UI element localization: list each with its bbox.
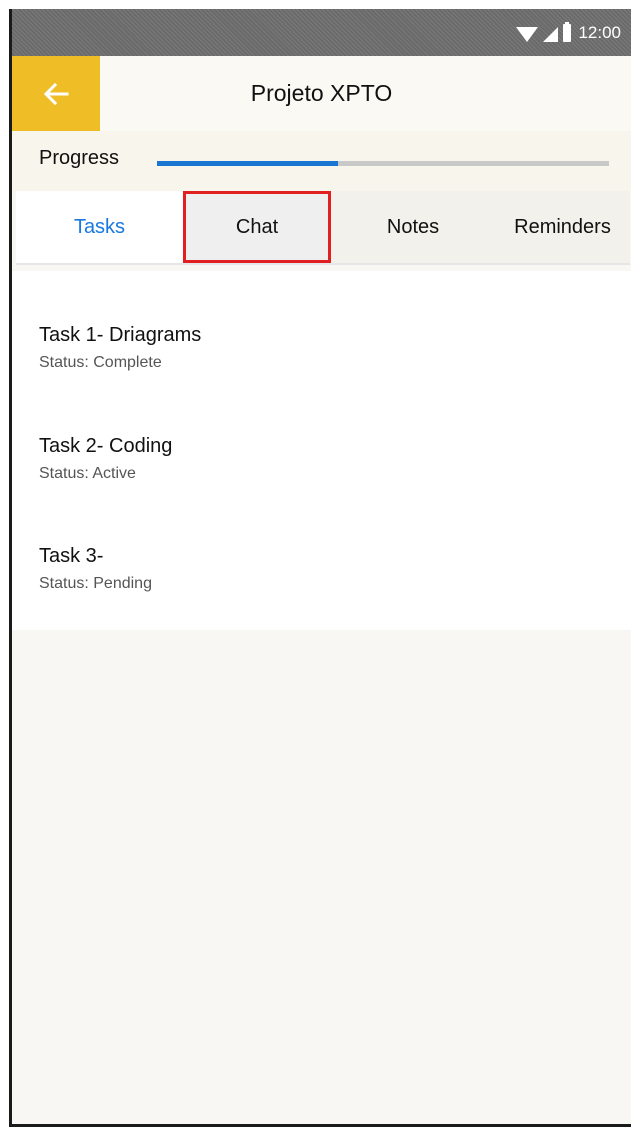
task-list: Task 1- Driagrams Status: Complete Task … — [12, 271, 631, 630]
progress-fill — [157, 161, 338, 166]
task-status: Status: Active — [39, 465, 136, 482]
phone-frame: 12:00 Projeto XPTO Progress Tasks Chat N… — [9, 9, 631, 1127]
tab-reminders[interactable]: Reminders — [495, 191, 630, 263]
task-title: Task 2- Coding — [39, 435, 173, 457]
task-title: Task 1- Driagrams — [39, 324, 202, 346]
app-bar: Projeto XPTO — [12, 56, 631, 131]
task-status: Status: Pending — [39, 575, 152, 592]
list-item[interactable]: Task 3- Status: Pending — [39, 544, 152, 593]
task-title: Task 3- — [39, 545, 104, 567]
tab-chat[interactable]: Chat — [183, 191, 331, 263]
battery-icon — [563, 22, 572, 42]
task-status: Status: Complete — [39, 354, 162, 371]
tab-bar: Tasks Chat Notes Reminders — [16, 191, 630, 265]
progress-label: Progress — [39, 147, 120, 169]
list-item[interactable]: Task 2- Coding Status: Active — [39, 434, 172, 483]
progress-row: Progress — [12, 131, 631, 191]
signal-icon — [543, 26, 559, 42]
status-time: 12:00 — [578, 23, 621, 42]
arrow-left-icon — [43, 82, 69, 105]
back-button[interactable] — [12, 56, 100, 131]
page-title: Projeto XPTO — [250, 80, 393, 106]
status-icons: 12:00 — [516, 22, 621, 44]
tab-notes[interactable]: Notes — [331, 191, 495, 263]
progress-bar — [157, 161, 609, 166]
status-bar: 12:00 — [12, 9, 631, 56]
tab-tasks[interactable]: Tasks — [16, 191, 183, 263]
wifi-icon — [516, 26, 539, 42]
list-item[interactable]: Task 1- Driagrams Status: Complete — [39, 323, 201, 372]
